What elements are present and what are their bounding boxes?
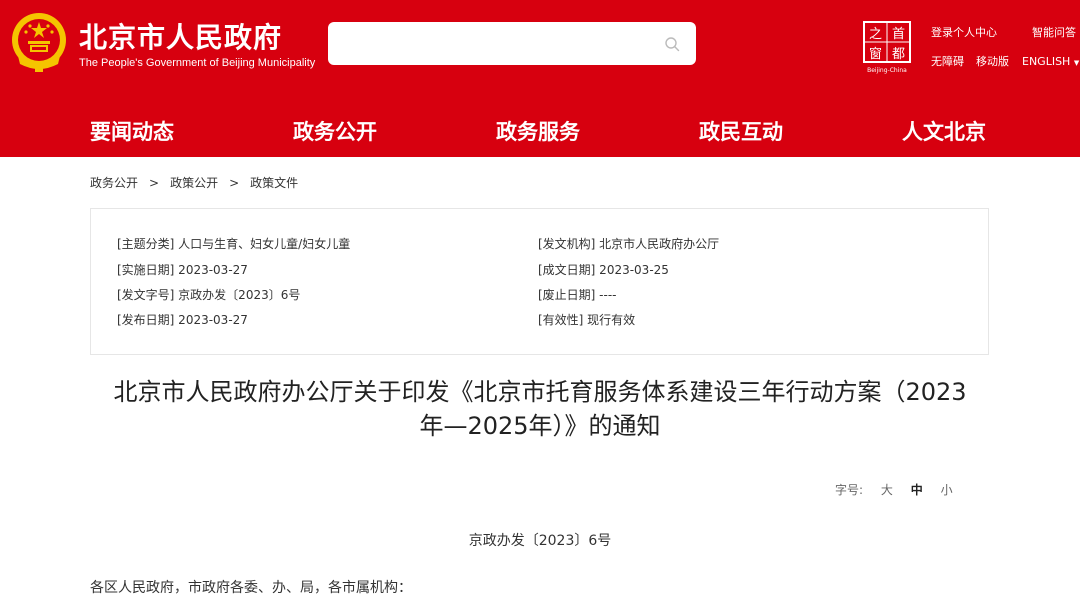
meta-issuer: [发文机构] 北京市人民政府办公厅 [538,237,720,251]
meta-validity: [有效性] 现行有效 [538,313,636,327]
font-size-large-button[interactable]: 大 [881,483,893,497]
meta-effective-date: [实施日期] 2023-03-27 [117,263,248,277]
logo-char-4: 都 [892,47,905,62]
meta-repeal-date: [废止日期] ---- [538,288,617,302]
nav-item-government-affairs[interactable]: 政务公开 [293,116,377,146]
chevron-down-icon: ▼ [1073,59,1080,67]
login-link[interactable]: 登录个人中心 [931,24,997,40]
site-title-english[interactable]: The People's Government of Beijing Munic… [79,57,315,69]
logo-char-2: 首 [892,27,905,42]
nav-item-news[interactable]: 要闻动态 [90,116,174,146]
search-icon[interactable] [664,36,680,52]
nav-item-services[interactable]: 政务服务 [496,116,580,146]
breadcrumb-item-gov-affairs[interactable]: 政务公开 [90,174,138,191]
english-link-label: ENGLISH [1022,55,1071,68]
document-title-line-2: 年—2025年）》的通知 [419,412,661,440]
site-title[interactable]: 北京市人民政府 [79,16,282,56]
national-emblem-icon [12,13,66,72]
search-box[interactable] [328,22,696,65]
font-size-label: 字号: [835,483,864,497]
meta-doc-code: [发文字号] 京政办发〔2023〕6号 [117,288,301,302]
logo-char-1: 之 [869,27,882,42]
nav-item-culture[interactable]: 人文北京 [902,116,986,146]
breadcrumb-separator: > [229,176,240,190]
mobile-version-link[interactable]: 移动版 [976,53,1009,69]
document-meta-box: [主题分类] 人口与生育、妇女儿童/妇女儿童 [发文机构] 北京市人民政府办公厅… [90,208,989,355]
document-title-line-1: 北京市人民政府办公厅关于印发《北京市托育服务体系建设三年行动方案（2023 [113,378,967,406]
document-recipients: 各区人民政府，市政府各委、办、局，各市属机构： [90,580,412,596]
breadcrumb-item-policy-docs[interactable]: 政策文件 [250,174,298,191]
smart-qa-link[interactable]: 智能问答 [1032,24,1076,40]
top-bar: 北京市人民政府 The People's Government of Beiji… [0,0,1080,100]
site-header: 北京市人民政府 The People's Government of Beiji… [0,0,1080,157]
search-input[interactable] [340,32,650,56]
main-nav: 要闻动态 政务公开 政务服务 政民互动 人文北京 [0,100,1080,157]
document-number: 京政办发〔2023〕6号 [468,533,612,549]
nav-item-interaction[interactable]: 政民互动 [699,116,783,146]
font-size-small-button[interactable]: 小 [941,483,953,497]
english-link[interactable]: ENGLISH ▼ [1022,55,1079,68]
breadcrumb-item-policy[interactable]: 政策公开 [170,174,218,191]
font-size-medium-button[interactable]: 中 [911,483,923,497]
meta-publish-date: [发布日期] 2023-03-27 [117,313,248,327]
document-title: 北京市人民政府办公厅关于印发《北京市托育服务体系建设三年行动方案（2023 年—… [90,375,990,443]
meta-topic: [主题分类] 人口与生育、妇女儿童/妇女儿童 [117,237,351,251]
breadcrumb-separator: > [149,176,160,190]
meta-written-date: [成文日期] 2023-03-25 [538,263,669,277]
capital-window-logo[interactable]: 之 首 窗 都 Beijing-China [862,20,914,74]
logo-caption: Beijing-China [867,67,907,74]
accessibility-link[interactable]: 无障碍 [931,53,964,69]
font-size-selector: 字号: 大 中 小 [835,481,953,498]
logo-char-3: 窗 [869,46,882,62]
breadcrumb: 政务公开 > 政策公开 > 政策文件 [90,174,298,191]
